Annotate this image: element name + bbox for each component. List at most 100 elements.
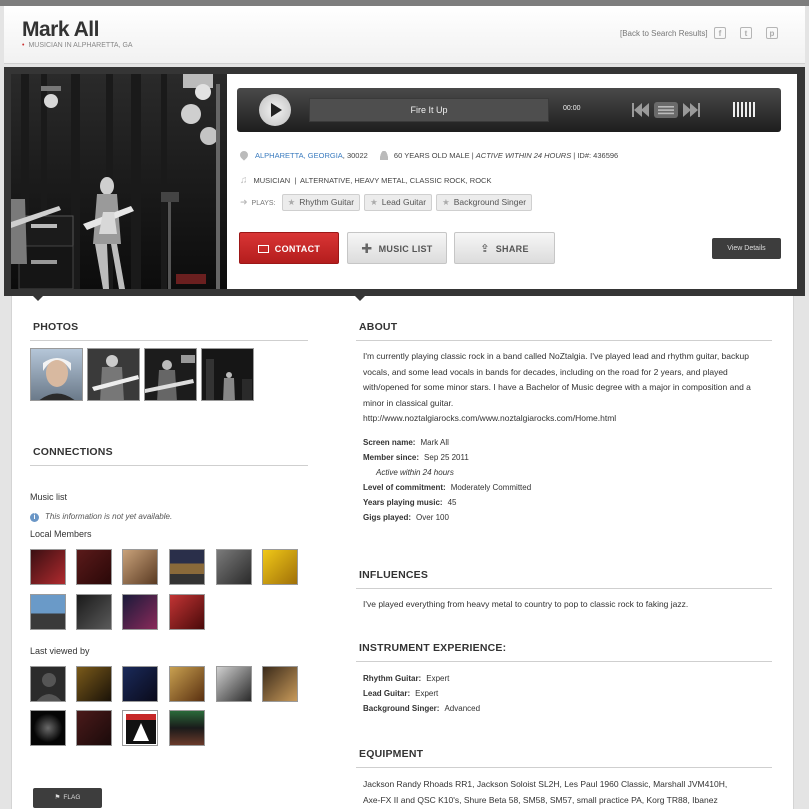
profile-subtitle: • MUSICIAN IN ALPHARETTA, GA — [22, 42, 133, 49]
member-avatar[interactable] — [169, 594, 205, 630]
location-dot-icon: • — [22, 42, 25, 49]
back-to-search-link[interactable]: [Back to Search Results] — [620, 29, 708, 38]
divider — [356, 767, 772, 768]
caret-right — [355, 296, 365, 301]
viewer-avatar[interactable] — [262, 666, 298, 702]
music-list-button[interactable]: ✚ MUSIC LIST — [347, 232, 447, 264]
member-avatar[interactable] — [122, 594, 158, 630]
view-details-button[interactable]: View Details — [712, 238, 781, 259]
viewer-avatar[interactable] — [30, 710, 66, 746]
profile-banner: Fire It Up 00:00 ALPHARETTA, GEORGIA, 30… — [4, 67, 805, 296]
genre-list: ALTERNATIVE, HEAVY METAL, CLASSIC ROCK, … — [300, 176, 492, 185]
member-avatar[interactable] — [169, 549, 205, 585]
contact-button[interactable]: CONTACT — [239, 232, 339, 264]
envelope-icon — [257, 245, 269, 253]
zip-code: , 30022 — [342, 151, 368, 160]
years-playing-row: Years playing music: 45 — [363, 498, 457, 507]
photo-thumbnail[interactable] — [144, 348, 197, 401]
activity-status: ACTIVE WITHIN 24 HOURS — [475, 151, 572, 160]
profile-info: Fire It Up 00:00 ALPHARETTA, GEORGIA, 30… — [227, 74, 797, 289]
profile-photo[interactable] — [11, 74, 227, 289]
member-id: ID#: 436596 — [577, 151, 619, 160]
divider — [30, 465, 308, 466]
viewer-avatar[interactable] — [76, 710, 112, 746]
member-avatar[interactable] — [122, 549, 158, 585]
viewer-avatar[interactable] — [76, 666, 112, 702]
photo-thumbnail[interactable] — [87, 348, 140, 401]
photo-thumbnail[interactable] — [30, 348, 83, 401]
share-button[interactable]: ⇪ SHARE — [454, 232, 555, 264]
instrument-tag[interactable]: ★ Background Singer — [436, 194, 533, 211]
location-pin-icon — [238, 149, 250, 161]
experience-row: Lead Guitar: Expert — [363, 689, 439, 698]
website-link[interactable]: http://www.noztalgiarocks.com/www.noztal… — [363, 411, 773, 427]
member-avatar[interactable] — [30, 549, 66, 585]
genre-row: ♫ MUSICIAN | ALTERNATIVE, HEAVY METAL, CL… — [240, 175, 492, 186]
viewer-avatar[interactable] — [169, 666, 205, 702]
active-note: Active within 24 hours — [376, 468, 454, 477]
about-text: I'm currently playing classic rock in a … — [363, 349, 773, 427]
gigs-played-row: Gigs played: Over 100 — [363, 513, 449, 522]
arrow-right-icon: ➜ — [240, 197, 248, 207]
music-list-note: i This information is not yet available. — [30, 512, 172, 522]
location-link[interactable]: ALPHARETTA, GEORGIA — [255, 151, 343, 160]
equipment-heading: EQUIPMENT — [359, 748, 424, 760]
star-icon: ★ — [287, 197, 296, 207]
flag-button[interactable]: ⚑ FLAG — [33, 788, 102, 808]
share-icon: ⇪ — [480, 243, 490, 255]
track-time: 00:00 — [563, 105, 581, 112]
music-note-icon: ♫ — [240, 175, 248, 186]
local-members-label: Local Members — [30, 529, 92, 539]
previous-track-icon[interactable] — [632, 103, 649, 117]
flag-icon: ⚑ — [54, 794, 61, 801]
member-avatar[interactable] — [262, 549, 298, 585]
member-avatar[interactable] — [76, 549, 112, 585]
viewer-avatar[interactable] — [122, 666, 158, 702]
star-icon: ★ — [370, 197, 378, 207]
member-avatar[interactable] — [76, 594, 112, 630]
viewer-avatar[interactable] — [169, 710, 205, 746]
member-role: MUSICIAN — [253, 176, 291, 185]
about-heading: ABOUT — [359, 321, 398, 333]
playlist-icon[interactable] — [654, 102, 678, 118]
divider — [30, 340, 308, 341]
equipment-line: Jackson Randy Rhoads RR1, Jackson Solois… — [363, 779, 728, 789]
volume-icon[interactable] — [733, 102, 757, 117]
photos-heading: PHOTOS — [33, 321, 79, 333]
experience-row: Background Singer: Advanced — [363, 704, 481, 713]
influences-text: I've played everything from heavy metal … — [363, 599, 689, 609]
stage-photo — [11, 74, 227, 289]
influences-heading: INFLUENCES — [359, 569, 429, 581]
caret-left — [33, 296, 43, 301]
commitment-row: Level of commitment: Moderately Committed — [363, 483, 532, 492]
twitter-icon[interactable]: t — [740, 27, 752, 39]
music-list-label: Music list — [30, 492, 68, 502]
connections-heading: CONNECTIONS — [33, 446, 113, 458]
photo-thumbnail[interactable] — [201, 348, 254, 401]
viewer-avatar[interactable] — [30, 666, 66, 702]
play-button[interactable] — [259, 94, 291, 126]
music-player: Fire It Up 00:00 — [237, 88, 781, 132]
member-avatar[interactable] — [30, 594, 66, 630]
equipment-line: Axe-FX II and QSC K10's, Shure Beta 58, … — [363, 795, 718, 805]
age-gender: 60 YEARS OLD MALE — [393, 151, 470, 160]
track-title[interactable]: Fire It Up — [309, 98, 549, 122]
guitarist-image — [88, 349, 139, 400]
instrument-tag[interactable]: ★ Lead Guitar — [364, 194, 433, 211]
instrument-tag[interactable]: ★ Rhythm Guitar — [281, 194, 361, 211]
last-viewed-label: Last viewed by — [30, 646, 90, 656]
stage-image — [202, 349, 253, 400]
pinterest-icon[interactable]: p — [766, 27, 778, 39]
info-icon: i — [30, 513, 39, 522]
next-track-icon[interactable] — [683, 103, 700, 117]
viewer-avatar[interactable] — [216, 666, 252, 702]
portrait-image — [39, 358, 75, 400]
viewer-avatar[interactable] — [122, 710, 158, 746]
page-header: Mark All • MUSICIAN IN ALPHARETTA, GA [Ba… — [4, 6, 805, 64]
default-avatar-icon — [31, 667, 65, 701]
member-avatar[interactable] — [216, 549, 252, 585]
plays-row: ➜ PLAYS: ★ Rhythm Guitar ★ Lead Guitar ★ Backg… — [240, 194, 536, 211]
divider — [356, 340, 772, 341]
facebook-icon[interactable]: f — [714, 27, 726, 39]
screen-name-row: Screen name: Mark All — [363, 438, 449, 447]
